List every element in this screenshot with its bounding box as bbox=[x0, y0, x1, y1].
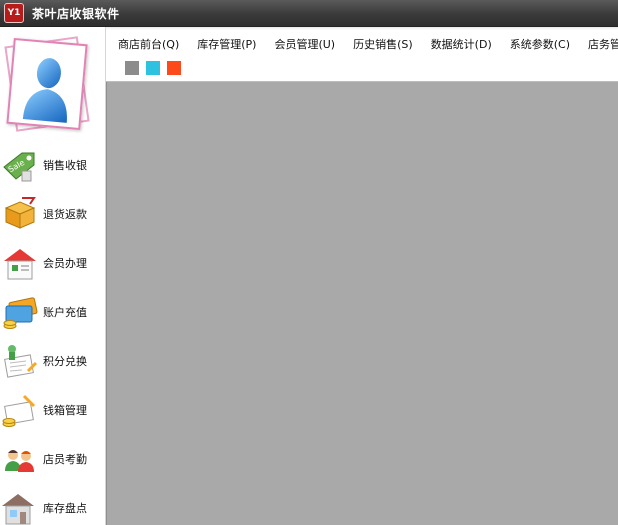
sidebar-item-returns[interactable]: 退货返款 bbox=[0, 192, 105, 236]
sidebar-item-label: 退货返款 bbox=[43, 208, 87, 221]
cash-drawer-icon bbox=[2, 394, 36, 427]
sidebar-item-label: 会员办理 bbox=[43, 257, 87, 270]
sidebar-item-label: 库存盘点 bbox=[43, 502, 87, 515]
app-logo-icon: Y1 bbox=[4, 3, 24, 23]
photo-frame-front bbox=[6, 37, 88, 131]
account-recharge-icon bbox=[3, 297, 38, 329]
member-card-icon bbox=[4, 249, 36, 280]
user-avatar[interactable] bbox=[4, 36, 90, 137]
sidebar-item-sales-checkout[interactable]: Sale 销售收银 bbox=[0, 143, 105, 187]
menu-store-affairs[interactable]: 店务管理( bbox=[588, 36, 618, 52]
window-title: 茶叶店收银软件 bbox=[32, 6, 120, 21]
sidebar-item-points-exchange[interactable]: 积分兑换 bbox=[0, 339, 105, 383]
sidebar-item-account-recharge[interactable]: 账户充值 bbox=[0, 290, 105, 334]
staff-attendance-icon bbox=[5, 450, 34, 472]
menu-system-settings[interactable]: 系统参数(C) bbox=[510, 36, 570, 52]
menu-list: 商店前台(Q) 库存管理(P) 会员管理(U) 历史销售(S) 数据统计(D) … bbox=[118, 36, 618, 52]
title-bar: Y1 茶叶店收银软件 bbox=[0, 0, 618, 27]
user-avatar-icon bbox=[22, 58, 67, 123]
inventory-house-icon bbox=[2, 494, 34, 525]
main-work-area bbox=[106, 82, 618, 525]
theme-swatch-orange[interactable] bbox=[167, 61, 181, 75]
sidebar-item-staff-attendance[interactable]: 店员考勤 bbox=[0, 437, 105, 481]
sidebar-item-cash-drawer[interactable]: 钱箱管理 bbox=[0, 388, 105, 432]
return-box-icon bbox=[4, 197, 36, 229]
main-menu-bar: 商店前台(Q) 库存管理(P) 会员管理(U) 历史销售(S) 数据统计(D) … bbox=[106, 27, 618, 82]
sidebar-item-label: 钱箱管理 bbox=[43, 404, 87, 417]
menu-inventory-management[interactable]: 库存管理(P) bbox=[197, 36, 256, 52]
sidebar-item-label: 账户充值 bbox=[43, 306, 87, 319]
theme-swatch-cyan[interactable] bbox=[146, 61, 160, 75]
menu-sales-history[interactable]: 历史销售(S) bbox=[353, 36, 413, 52]
sale-tag-icon: Sale bbox=[3, 152, 35, 182]
sidebar-item-membership[interactable]: 会员办理 bbox=[0, 241, 105, 285]
menu-member-management[interactable]: 会员管理(U) bbox=[274, 36, 335, 52]
points-exchange-icon bbox=[4, 345, 38, 378]
theme-swatches bbox=[125, 61, 181, 75]
sidebar-item-label: 店员考勤 bbox=[43, 453, 87, 466]
sidebar-item-inventory-count[interactable]: 库存盘点 bbox=[0, 486, 105, 525]
menu-store-front[interactable]: 商店前台(Q) bbox=[118, 36, 179, 52]
sidebar-item-label: 积分兑换 bbox=[43, 355, 87, 368]
sidebar: Sale 销售收银 退货返款 会员办理 账户充值 积分兑换 钱箱管理 店员考勤 … bbox=[0, 27, 106, 525]
menu-statistics[interactable]: 数据统计(D) bbox=[431, 36, 492, 52]
theme-swatch-gray[interactable] bbox=[125, 61, 139, 75]
sidebar-item-label: 销售收银 bbox=[43, 159, 87, 172]
